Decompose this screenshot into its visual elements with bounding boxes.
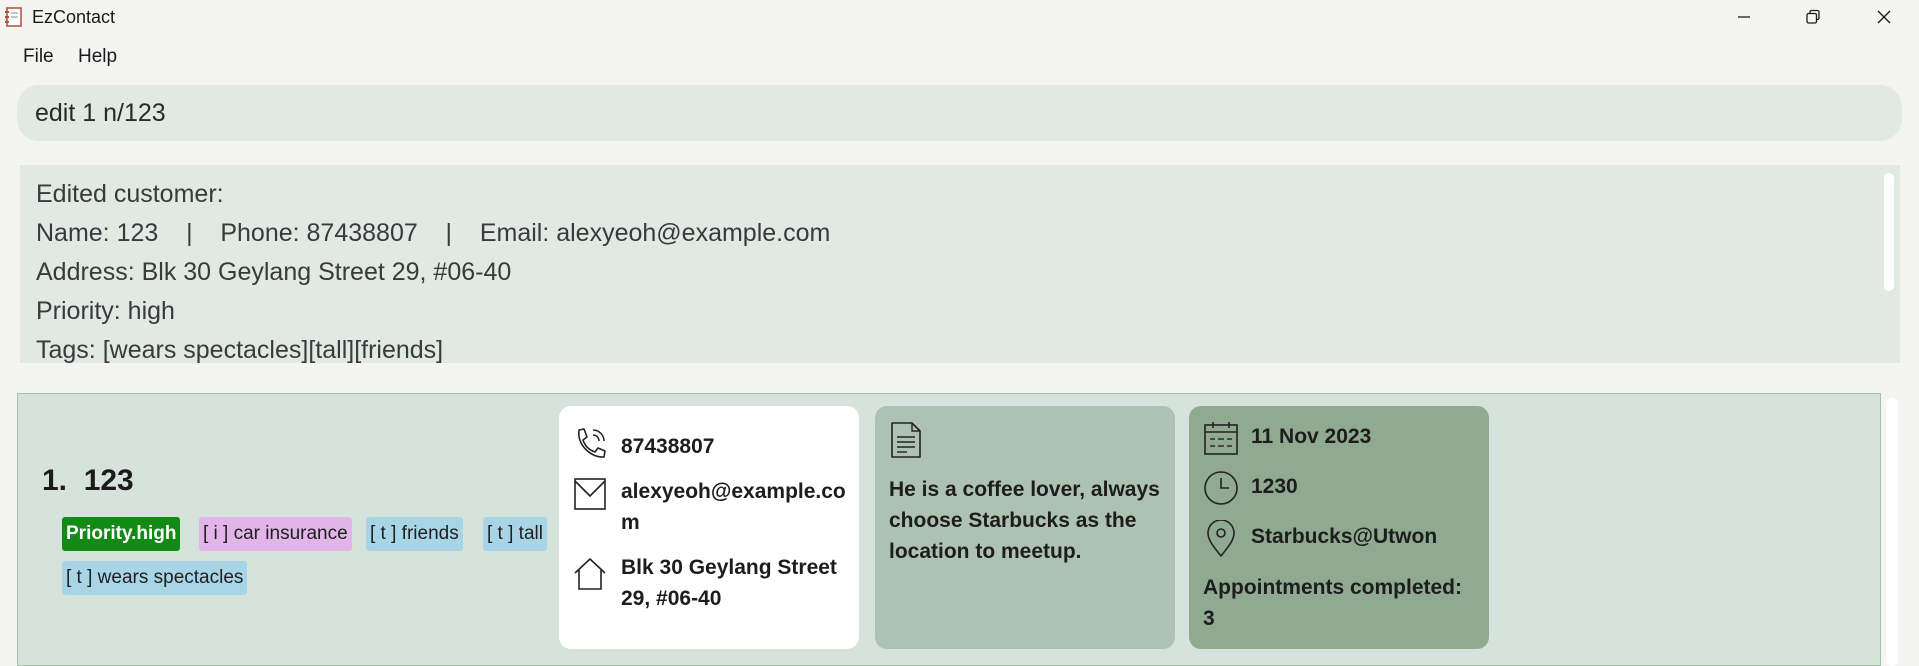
location-pin-icon xyxy=(1207,520,1235,557)
phone-icon xyxy=(578,428,606,458)
envelope-icon xyxy=(574,478,606,510)
tag-wears-spectacles: [ t ] wears spectacles xyxy=(62,561,248,595)
result-line: Name: 123 | Phone: 87438807 | Email: ale… xyxy=(36,219,831,247)
phone-row: 87438807 xyxy=(572,426,714,462)
appointment-date-row: 11 Nov 2023 xyxy=(1203,420,1371,456)
menu-file[interactable]: File xyxy=(23,46,54,68)
customer-list: 1. 123 Priority.high [ i ] car insurance… xyxy=(17,393,1881,666)
tag-friends: [ t ] friends xyxy=(366,517,463,551)
address-book-icon xyxy=(5,7,22,27)
house-icon xyxy=(574,558,606,590)
appointment-location-row: Starbucks@Utwon xyxy=(1203,520,1437,558)
restore-icon xyxy=(1806,9,1820,24)
close-button[interactable] xyxy=(1849,0,1919,34)
minimize-icon xyxy=(1738,16,1750,18)
note-text: He is a coffee lover, always choose Star… xyxy=(889,478,1160,563)
title-bar: EzContact xyxy=(0,0,1919,34)
appointments-completed-label: Appointments completed: xyxy=(1203,576,1463,599)
appointment-panel: 11 Nov 2023 1230 Starbucks@Utwon Appoint… xyxy=(1189,406,1489,649)
appointment-time-row: 1230 xyxy=(1203,470,1298,506)
result-line: Tags: [wears spectacles][tall][friends] xyxy=(36,336,444,364)
phone-value: 87438807 xyxy=(621,435,715,458)
result-line: Edited customer: xyxy=(36,180,224,208)
calendar-icon xyxy=(1204,422,1238,455)
maximize-button[interactable] xyxy=(1778,0,1848,34)
insurance-tag: [ i ] car insurance xyxy=(199,517,352,551)
document-icon xyxy=(891,422,921,458)
appointment-date: 11 Nov 2023 xyxy=(1251,425,1372,448)
clock-icon xyxy=(1204,471,1238,505)
menu-help[interactable]: Help xyxy=(78,46,117,68)
contact-panel: 87438807 alexyeoh@example.co m Blk 30 Ge… xyxy=(559,406,859,649)
customer-list-scrollbar[interactable] xyxy=(1886,398,1898,666)
note-panel: He is a coffee lover, always choose Star… xyxy=(875,406,1175,649)
menu-bar: File Help xyxy=(0,40,1919,72)
email-value: alexyeoh@example.co xyxy=(621,480,846,503)
result-display: Edited customer: Name: 123 | Phone: 8743… xyxy=(20,165,1900,364)
appointments-completed-count: 3 xyxy=(1203,607,1215,630)
result-scrollbar[interactable] xyxy=(1884,173,1894,291)
command-input[interactable] xyxy=(33,97,1886,129)
priority-tag: Priority.high xyxy=(62,517,181,551)
address-value-wrap: 29, #06-40 xyxy=(621,587,722,610)
email-row: alexyeoh@example.co m xyxy=(572,476,846,538)
customer-name: 1. 123 xyxy=(42,464,134,497)
email-value-wrap: m xyxy=(621,511,640,534)
window-title: EzContact xyxy=(32,7,116,27)
appointment-time: 1230 xyxy=(1251,475,1298,498)
address-row: Blk 30 Geylang Street 29, #06-40 xyxy=(572,556,837,614)
command-box[interactable] xyxy=(17,85,1902,141)
result-line: Priority: high xyxy=(36,297,175,325)
result-line: Address: Blk 30 Geylang Street 29, #06-4… xyxy=(36,258,512,286)
address-value: Blk 30 Geylang Street xyxy=(621,556,837,579)
minimize-button[interactable] xyxy=(1709,0,1779,34)
appointment-location: Starbucks@Utwon xyxy=(1251,525,1438,548)
close-icon xyxy=(1877,10,1891,24)
customer-card[interactable]: 1. 123 Priority.high [ i ] car insurance… xyxy=(18,394,1880,665)
tag-tall: [ t ] tall xyxy=(483,517,547,551)
